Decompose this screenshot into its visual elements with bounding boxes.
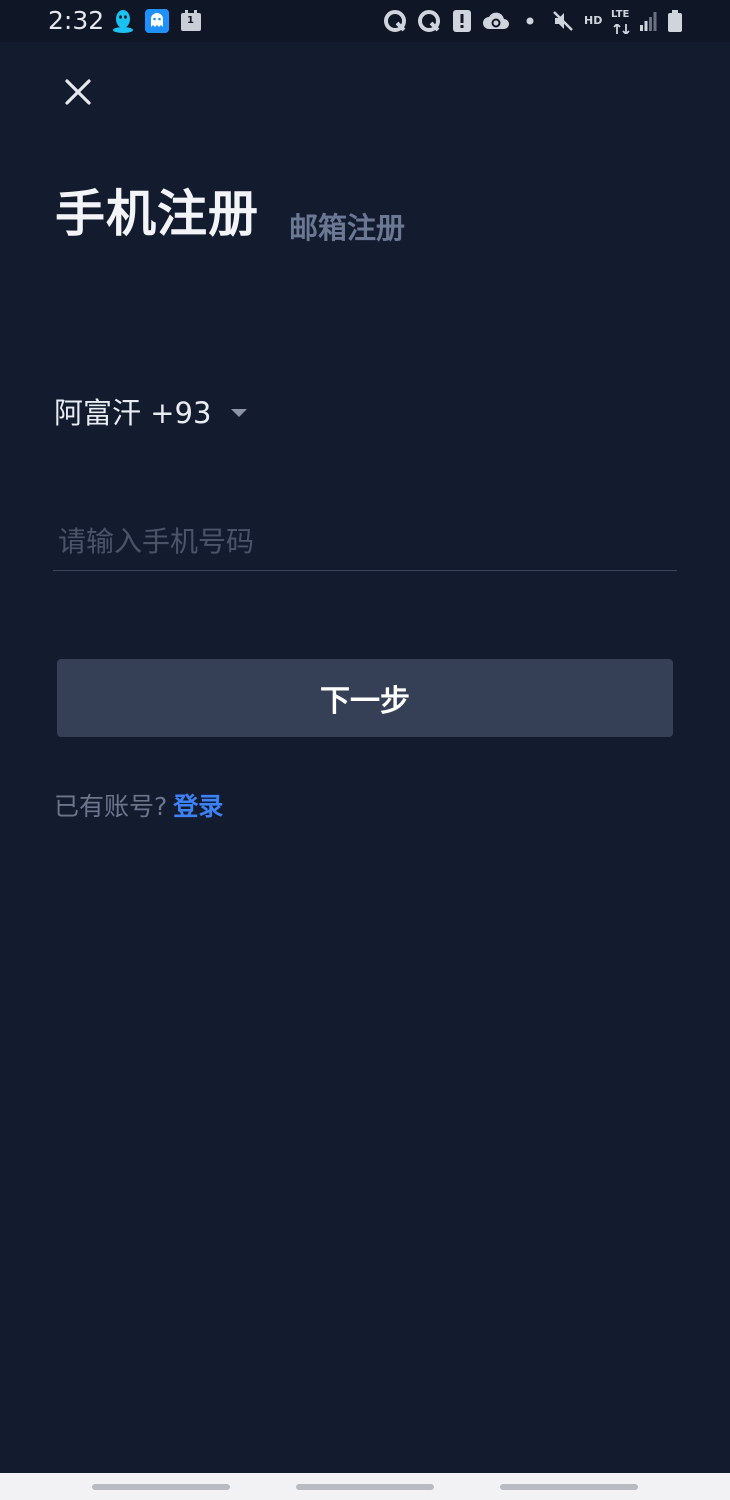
alert-icon xyxy=(452,9,472,33)
navigation-bar xyxy=(0,1473,730,1500)
login-row: 已有账号? 登录 xyxy=(54,788,223,826)
q-app-icon xyxy=(417,9,441,33)
nav-gesture-left[interactable] xyxy=(92,1484,230,1490)
close-button[interactable] xyxy=(58,72,98,112)
qq-penguin-icon xyxy=(110,9,136,33)
status-bar: 2:32 1 HD LTE xyxy=(0,0,730,42)
caret-down-icon xyxy=(231,409,248,417)
q-app-icon xyxy=(383,9,407,33)
hd-icon: HD xyxy=(584,14,603,27)
calendar-badge: 1 xyxy=(187,15,194,26)
qq-ghost-icon xyxy=(144,9,170,33)
battery-icon xyxy=(666,9,684,33)
country-code-selector[interactable]: 阿富汗 +93 xyxy=(54,390,248,436)
lte-icon: LTE xyxy=(611,9,630,20)
cloud-sync-icon xyxy=(482,9,510,33)
phone-input[interactable] xyxy=(53,516,677,566)
next-step-button[interactable]: 下一步 xyxy=(57,659,673,737)
signal-icon xyxy=(639,9,659,33)
dot-icon xyxy=(524,9,536,33)
tab-email-register[interactable]: 邮箱注册 xyxy=(289,209,405,247)
mute-icon xyxy=(551,9,575,33)
phone-field xyxy=(53,516,677,571)
nav-gesture-center[interactable] xyxy=(296,1484,434,1490)
data-arrows-icon xyxy=(612,23,632,35)
country-code-label: 阿富汗 +93 xyxy=(54,396,212,430)
calendar-icon: 1 xyxy=(179,9,203,33)
login-link[interactable]: 登录 xyxy=(173,789,223,825)
nav-gesture-right[interactable] xyxy=(500,1484,638,1490)
have-account-text: 已有账号? xyxy=(54,792,168,821)
tab-phone-register[interactable]: 手机注册 xyxy=(55,182,259,246)
close-icon xyxy=(65,79,91,105)
status-time: 2:32 xyxy=(48,6,105,35)
